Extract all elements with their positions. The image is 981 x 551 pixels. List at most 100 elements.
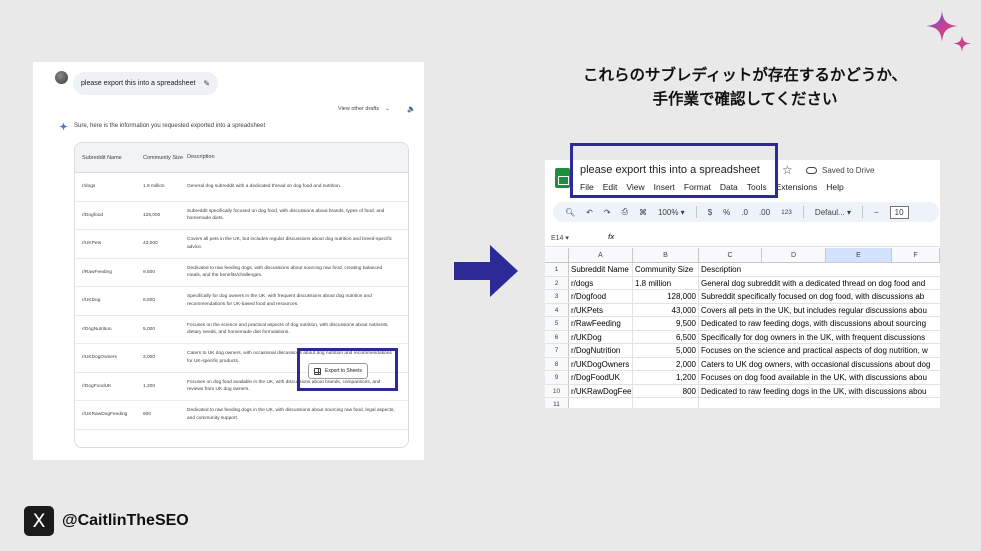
cell-b[interactable]: 6,500 bbox=[633, 330, 699, 343]
cell-a[interactable]: r/UKRawDogFee bbox=[569, 384, 633, 397]
row-number[interactable]: 2 bbox=[545, 276, 569, 289]
cell-subreddit: r/UKPets bbox=[82, 241, 102, 247]
cell-c[interactable]: Description bbox=[699, 263, 940, 276]
cell-b[interactable] bbox=[633, 398, 699, 408]
view-drafts-toggle[interactable]: View other drafts ⌄ bbox=[338, 106, 390, 112]
font-size-decrease-button[interactable]: − bbox=[874, 208, 879, 217]
cell-a[interactable]: r/dogs bbox=[569, 276, 633, 289]
cell-community-size: 1,200 bbox=[143, 383, 156, 389]
font-size-input[interactable]: 10 bbox=[889, 205, 909, 219]
table-header-row: Subreddit Name Community Size Descriptio… bbox=[75, 143, 408, 173]
toolbar-divider bbox=[802, 206, 804, 218]
cell-b[interactable]: 1.8 million bbox=[633, 276, 699, 289]
cell-a[interactable]: r/DogNutrition bbox=[569, 344, 633, 357]
cell-b[interactable]: 1,200 bbox=[633, 371, 699, 384]
cell-a[interactable]: r/RawFeeding bbox=[569, 317, 633, 330]
saved-status: Saved to Drive bbox=[806, 166, 874, 175]
cell-a[interactable] bbox=[569, 398, 633, 408]
cell-subreddit: r/RawFeeding bbox=[82, 269, 112, 275]
row-number[interactable]: 9 bbox=[545, 371, 569, 384]
cell-a[interactable]: Subreddit Name bbox=[569, 263, 633, 276]
cell-b[interactable]: 2,000 bbox=[633, 357, 699, 370]
cell-c[interactable]: Caters to UK dog owners, with occasional… bbox=[699, 358, 940, 371]
cell-b[interactable]: 9,500 bbox=[633, 317, 699, 330]
row-number[interactable]: 11 bbox=[545, 398, 569, 408]
sheet-row: 11 bbox=[545, 398, 940, 408]
cell-b[interactable]: 800 bbox=[633, 384, 699, 397]
cloud-icon bbox=[806, 167, 817, 174]
cell-c[interactable]: Subreddit specifically focused on dog fo… bbox=[699, 290, 940, 303]
answer-intro: Sure, here is the information you reques… bbox=[74, 123, 266, 129]
speaker-icon[interactable]: 🔈 bbox=[407, 105, 416, 113]
cell-a[interactable]: r/Dogfood bbox=[569, 290, 633, 303]
cell-a[interactable]: r/UKDog bbox=[569, 330, 633, 343]
row-number[interactable]: 3 bbox=[545, 290, 569, 303]
toolbar-divider bbox=[695, 206, 697, 218]
redo-icon[interactable]: ↷ bbox=[604, 208, 611, 217]
zoom-select[interactable]: 100% ▾ bbox=[658, 208, 685, 217]
row-number[interactable]: 8 bbox=[545, 357, 569, 370]
star-icon[interactable]: ☆ bbox=[782, 163, 793, 177]
increase-decimal-button[interactable]: .00 bbox=[759, 208, 770, 217]
print-icon[interactable]: ⎙ bbox=[622, 207, 628, 217]
sheet-row: 2 r/dogs 1.8 million General dog subreddit … bbox=[545, 276, 940, 290]
number-format-button[interactable]: 123 bbox=[781, 209, 792, 216]
user-prompt-bubble: please export this into a spreadsheet ✎ bbox=[73, 72, 219, 95]
select-all-corner[interactable] bbox=[545, 248, 569, 262]
column-header-a[interactable]: A bbox=[569, 248, 633, 262]
cell-c[interactable] bbox=[699, 398, 940, 408]
cell-a[interactable]: r/UKPets bbox=[569, 303, 633, 316]
cell-b[interactable]: Community Size bbox=[633, 263, 699, 276]
sheet-row: 9 r/DogFoodUK 1,200 Focuses on dog food ava… bbox=[545, 371, 940, 385]
search-icon[interactable]: 🔍︎ bbox=[565, 208, 575, 217]
cell-a[interactable]: r/UKDogOwners bbox=[569, 357, 633, 370]
decrease-decimal-button[interactable]: .0 bbox=[741, 208, 748, 217]
currency-button[interactable]: $ bbox=[708, 208, 712, 217]
row-number[interactable]: 10 bbox=[545, 384, 569, 397]
cell-description: Covers all pets in the UK, but includes … bbox=[187, 237, 393, 250]
font-value: Defaul... bbox=[814, 207, 845, 217]
cell-b[interactable]: 43,000 bbox=[633, 303, 699, 316]
cell-c[interactable]: Dedicated to raw feeding dogs, with disc… bbox=[699, 317, 940, 330]
menu-help[interactable]: Help bbox=[826, 182, 843, 192]
paint-format-icon[interactable]: ⌘ bbox=[639, 208, 647, 217]
font-select[interactable]: Defaul... ▾ bbox=[815, 208, 851, 217]
sheet-row: 4 r/UKPets 43,000 Covers all pets in the UK… bbox=[545, 303, 940, 317]
cell-a[interactable]: r/DogFoodUK bbox=[569, 371, 633, 384]
column-header-d[interactable]: D bbox=[762, 248, 826, 262]
cell-b[interactable]: 128,000 bbox=[633, 290, 699, 303]
column-header-b[interactable]: B bbox=[633, 248, 699, 262]
sheets-logo-icon[interactable] bbox=[555, 168, 570, 188]
undo-icon[interactable]: ↶ bbox=[586, 208, 593, 217]
column-header-c[interactable]: C bbox=[699, 248, 762, 262]
name-box[interactable]: E14 ▾ bbox=[545, 234, 600, 242]
cell-c[interactable]: Covers all pets in the UK, but includes … bbox=[699, 304, 940, 317]
row-number[interactable]: 7 bbox=[545, 344, 569, 357]
table-row: r/UKRawDogFeeding 800 Dedicated to raw fee… bbox=[75, 401, 408, 430]
cell-b[interactable]: 5,000 bbox=[633, 344, 699, 357]
cell-description: Focuses on the science and practical asp… bbox=[187, 322, 389, 336]
percent-button[interactable]: % bbox=[723, 208, 730, 217]
row-number[interactable]: 4 bbox=[545, 303, 569, 316]
gemini-spark-icon bbox=[59, 122, 68, 131]
edit-pencil-icon[interactable]: ✎ bbox=[203, 72, 210, 95]
column-header-f[interactable]: F bbox=[892, 248, 940, 262]
cell-c[interactable]: Dedicated to raw feeding dogs in the UK,… bbox=[699, 385, 940, 398]
menu-extensions[interactable]: Extensions bbox=[776, 182, 818, 192]
row-number[interactable]: 6 bbox=[545, 330, 569, 343]
sheet-row: 5 r/RawFeeding 9,500 Dedicated to raw feedi… bbox=[545, 317, 940, 331]
sheet-row: 1 Subreddit Name Community Size Description bbox=[545, 263, 940, 277]
row-number[interactable]: 5 bbox=[545, 317, 569, 330]
sheet-row: 7 r/DogNutrition 5,000 Focuses on the scien… bbox=[545, 344, 940, 358]
column-header-e[interactable]: E bbox=[826, 248, 892, 262]
export-to-sheets-button[interactable]: Export to Sheets bbox=[308, 363, 368, 379]
cell-c[interactable]: Focuses on dog food available in the UK,… bbox=[699, 371, 940, 384]
cell-c[interactable]: Focuses on the science and practical asp… bbox=[699, 344, 940, 357]
row-number[interactable]: 1 bbox=[545, 263, 569, 276]
cell-community-size: 43,000 bbox=[143, 241, 158, 247]
title-highlight-box bbox=[570, 143, 778, 198]
cell-c[interactable]: Specifically for dog owners in the UK, w… bbox=[699, 331, 940, 344]
user-prompt-text: please export this into a spreadsheet bbox=[81, 80, 196, 87]
header-description: Description bbox=[187, 153, 215, 160]
cell-c[interactable]: General dog subreddit with a dedicated t… bbox=[699, 277, 940, 290]
